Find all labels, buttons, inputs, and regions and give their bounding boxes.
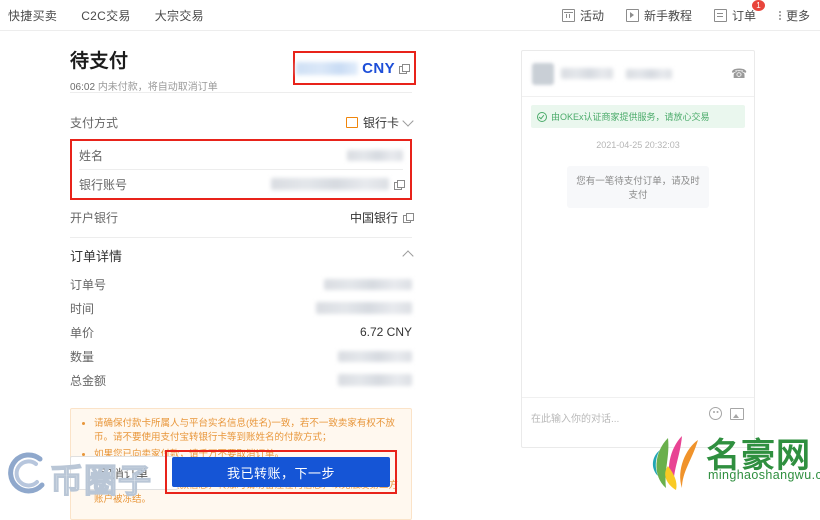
bank-name-value-group: 中国银行 (349, 209, 414, 226)
order-header: 待支付 06:02 内未付款，将自动取消订单 CNY (70, 46, 416, 93)
more-dots-icon (778, 10, 781, 21)
amount-highlight-box: CNY (293, 51, 416, 85)
watermark-right-sub: minghaoshangwu.com (708, 468, 820, 482)
bank-info-highlight-box: 姓名 银行账号 (70, 139, 412, 200)
phone-icon[interactable]: ☎ (731, 67, 747, 80)
payment-method-row[interactable]: 支付方式 银行卡 (70, 107, 414, 137)
nav-right-group: 活动 新手教程 订单 1 更多 (561, 0, 810, 30)
detail-value-order-no-blurred (324, 278, 412, 290)
order-doc-icon (713, 8, 727, 22)
copy-bank-account-icon[interactable] (394, 179, 405, 190)
nav-item-quick-trade[interactable]: 快捷买卖 (8, 7, 57, 24)
image-upload-icon[interactable] (730, 407, 744, 420)
check-circle-icon (537, 111, 547, 122)
account-name-value-blurred (347, 149, 403, 161)
detail-label-quantity: 数量 (70, 349, 95, 364)
nav-item-c2c-trade[interactable]: C2C交易 (81, 7, 131, 24)
action-button-row: 取消订单 我已转账，下一步 (70, 450, 412, 496)
amount-value-blurred (296, 61, 359, 75)
chat-message-area: 由OKEx认证商家提供服务，请放心交易 2021-04-25 20:32:03 … (522, 97, 754, 397)
video-tutorial-icon (625, 8, 639, 22)
chat-header: ☎ (522, 51, 754, 97)
table-row: 时间 (70, 296, 412, 320)
chat-input-bar: 在此输入你的对话... (522, 397, 754, 447)
copy-bank-name-icon[interactable] (403, 212, 414, 223)
bank-account-value-blurred (271, 178, 389, 190)
detail-label-unit-price: 单价 (70, 325, 95, 340)
amount-currency: CNY (362, 59, 395, 77)
payment-method-value: 银行卡 (362, 115, 399, 130)
account-name-row: 姓名 (79, 141, 403, 169)
nav-item-activity[interactable]: 活动 (561, 7, 604, 24)
nav-item-activity-label: 活动 (579, 8, 604, 23)
table-row: 数量 (70, 344, 412, 368)
order-count-badge: 1 (751, 0, 765, 11)
bank-name-label: 开户银行 (70, 210, 119, 225)
detail-label-time: 时间 (70, 301, 95, 316)
chevron-down-icon[interactable] (402, 114, 414, 127)
message-timestamp: 2021-04-25 20:32:03 (596, 140, 680, 150)
chat-input-placeholder[interactable]: 在此输入你的对话... (531, 410, 619, 425)
table-row: 订单号 (70, 272, 412, 296)
detail-value-quantity-blurred (338, 350, 412, 362)
detail-value-unit-price: 6.72 CNY (359, 325, 412, 339)
nav-item-tutorial[interactable]: 新手教程 (625, 7, 692, 24)
transferred-next-button[interactable]: 我已转账，下一步 (172, 457, 390, 487)
nav-item-block-trade[interactable]: 大宗交易 (155, 7, 204, 24)
nav-item-tutorial-label: 新手教程 (643, 8, 692, 23)
bank-name-row: 开户银行 中国银行 (70, 203, 414, 231)
order-details-title: 订单详情 (70, 248, 123, 264)
chat-message: 您有一笔待支付订单，请及时支付 (567, 166, 709, 208)
payment-method-label: 支付方式 (70, 115, 119, 130)
calendar-icon (561, 8, 575, 22)
order-details-list: 订单号 时间 单价 6.72 CNY 数量 总金额 (70, 272, 412, 392)
nav-left-group: 快捷买卖 C2C交易 大宗交易 (8, 0, 204, 30)
order-panel: 待支付 06:02 内未付款，将自动取消订单 CNY 支付方式 银行卡 姓名 银… (70, 46, 416, 520)
bank-name-value: 中国银行 (349, 210, 398, 225)
avatar (532, 62, 554, 85)
bank-account-label: 银行账号 (79, 177, 128, 192)
table-row: 单价 6.72 CNY (70, 320, 412, 344)
cancel-order-button[interactable]: 取消订单 (70, 456, 178, 490)
table-row: 总金额 (70, 368, 412, 392)
merchant-meta-blurred (626, 68, 672, 79)
next-button-highlight-box: 我已转账，下一步 (165, 450, 397, 494)
verified-merchant-text: 由OKEx认证商家提供服务，请放心交易 (551, 112, 710, 122)
copy-amount-icon[interactable] (399, 63, 410, 74)
nav-item-more[interactable]: 更多 (778, 7, 810, 24)
bank-card-icon (345, 116, 358, 128)
chevron-up-icon[interactable] (402, 249, 414, 262)
detail-value-total-blurred (338, 374, 412, 386)
emoji-icon[interactable] (709, 407, 722, 420)
payment-method-value-group: 银行卡 (345, 114, 414, 131)
nav-item-more-label: 更多 (785, 8, 810, 23)
order-details-header[interactable]: 订单详情 (70, 238, 414, 272)
bank-account-row: 银行账号 (79, 170, 405, 198)
nav-item-orders[interactable]: 订单 1 (713, 0, 765, 24)
detail-value-time-blurred (316, 302, 412, 314)
verified-merchant-banner: 由OKEx认证商家提供服务，请放心交易 (531, 105, 745, 128)
warning-item: 请确保付款卡所属人与平台实名信息(姓名)一致，若不一致卖家有权不放币。请不要使用… (94, 417, 401, 445)
chat-panel: ☎ 由OKEx认证商家提供服务，请放心交易 2021-04-25 20:32:0… (521, 50, 755, 448)
countdown-timer: 06:02 (70, 82, 96, 93)
account-name-value-group (347, 149, 403, 161)
swirl-logo-icon (8, 452, 45, 494)
chat-tool-icons (709, 407, 744, 420)
account-name-label: 姓名 (79, 148, 104, 163)
countdown-suffix: 内未付款，将自动取消订单 (97, 82, 218, 93)
bank-account-value-group (271, 178, 405, 190)
top-navigation-bar: 快捷买卖 C2C交易 大宗交易 活动 新手教程 订单 1 更多 (0, 0, 820, 31)
detail-label-order-no: 订单号 (70, 277, 107, 292)
nav-item-orders-label: 订单 (731, 8, 756, 23)
merchant-name-blurred (561, 68, 613, 79)
detail-label-total: 总金额 (70, 373, 107, 388)
